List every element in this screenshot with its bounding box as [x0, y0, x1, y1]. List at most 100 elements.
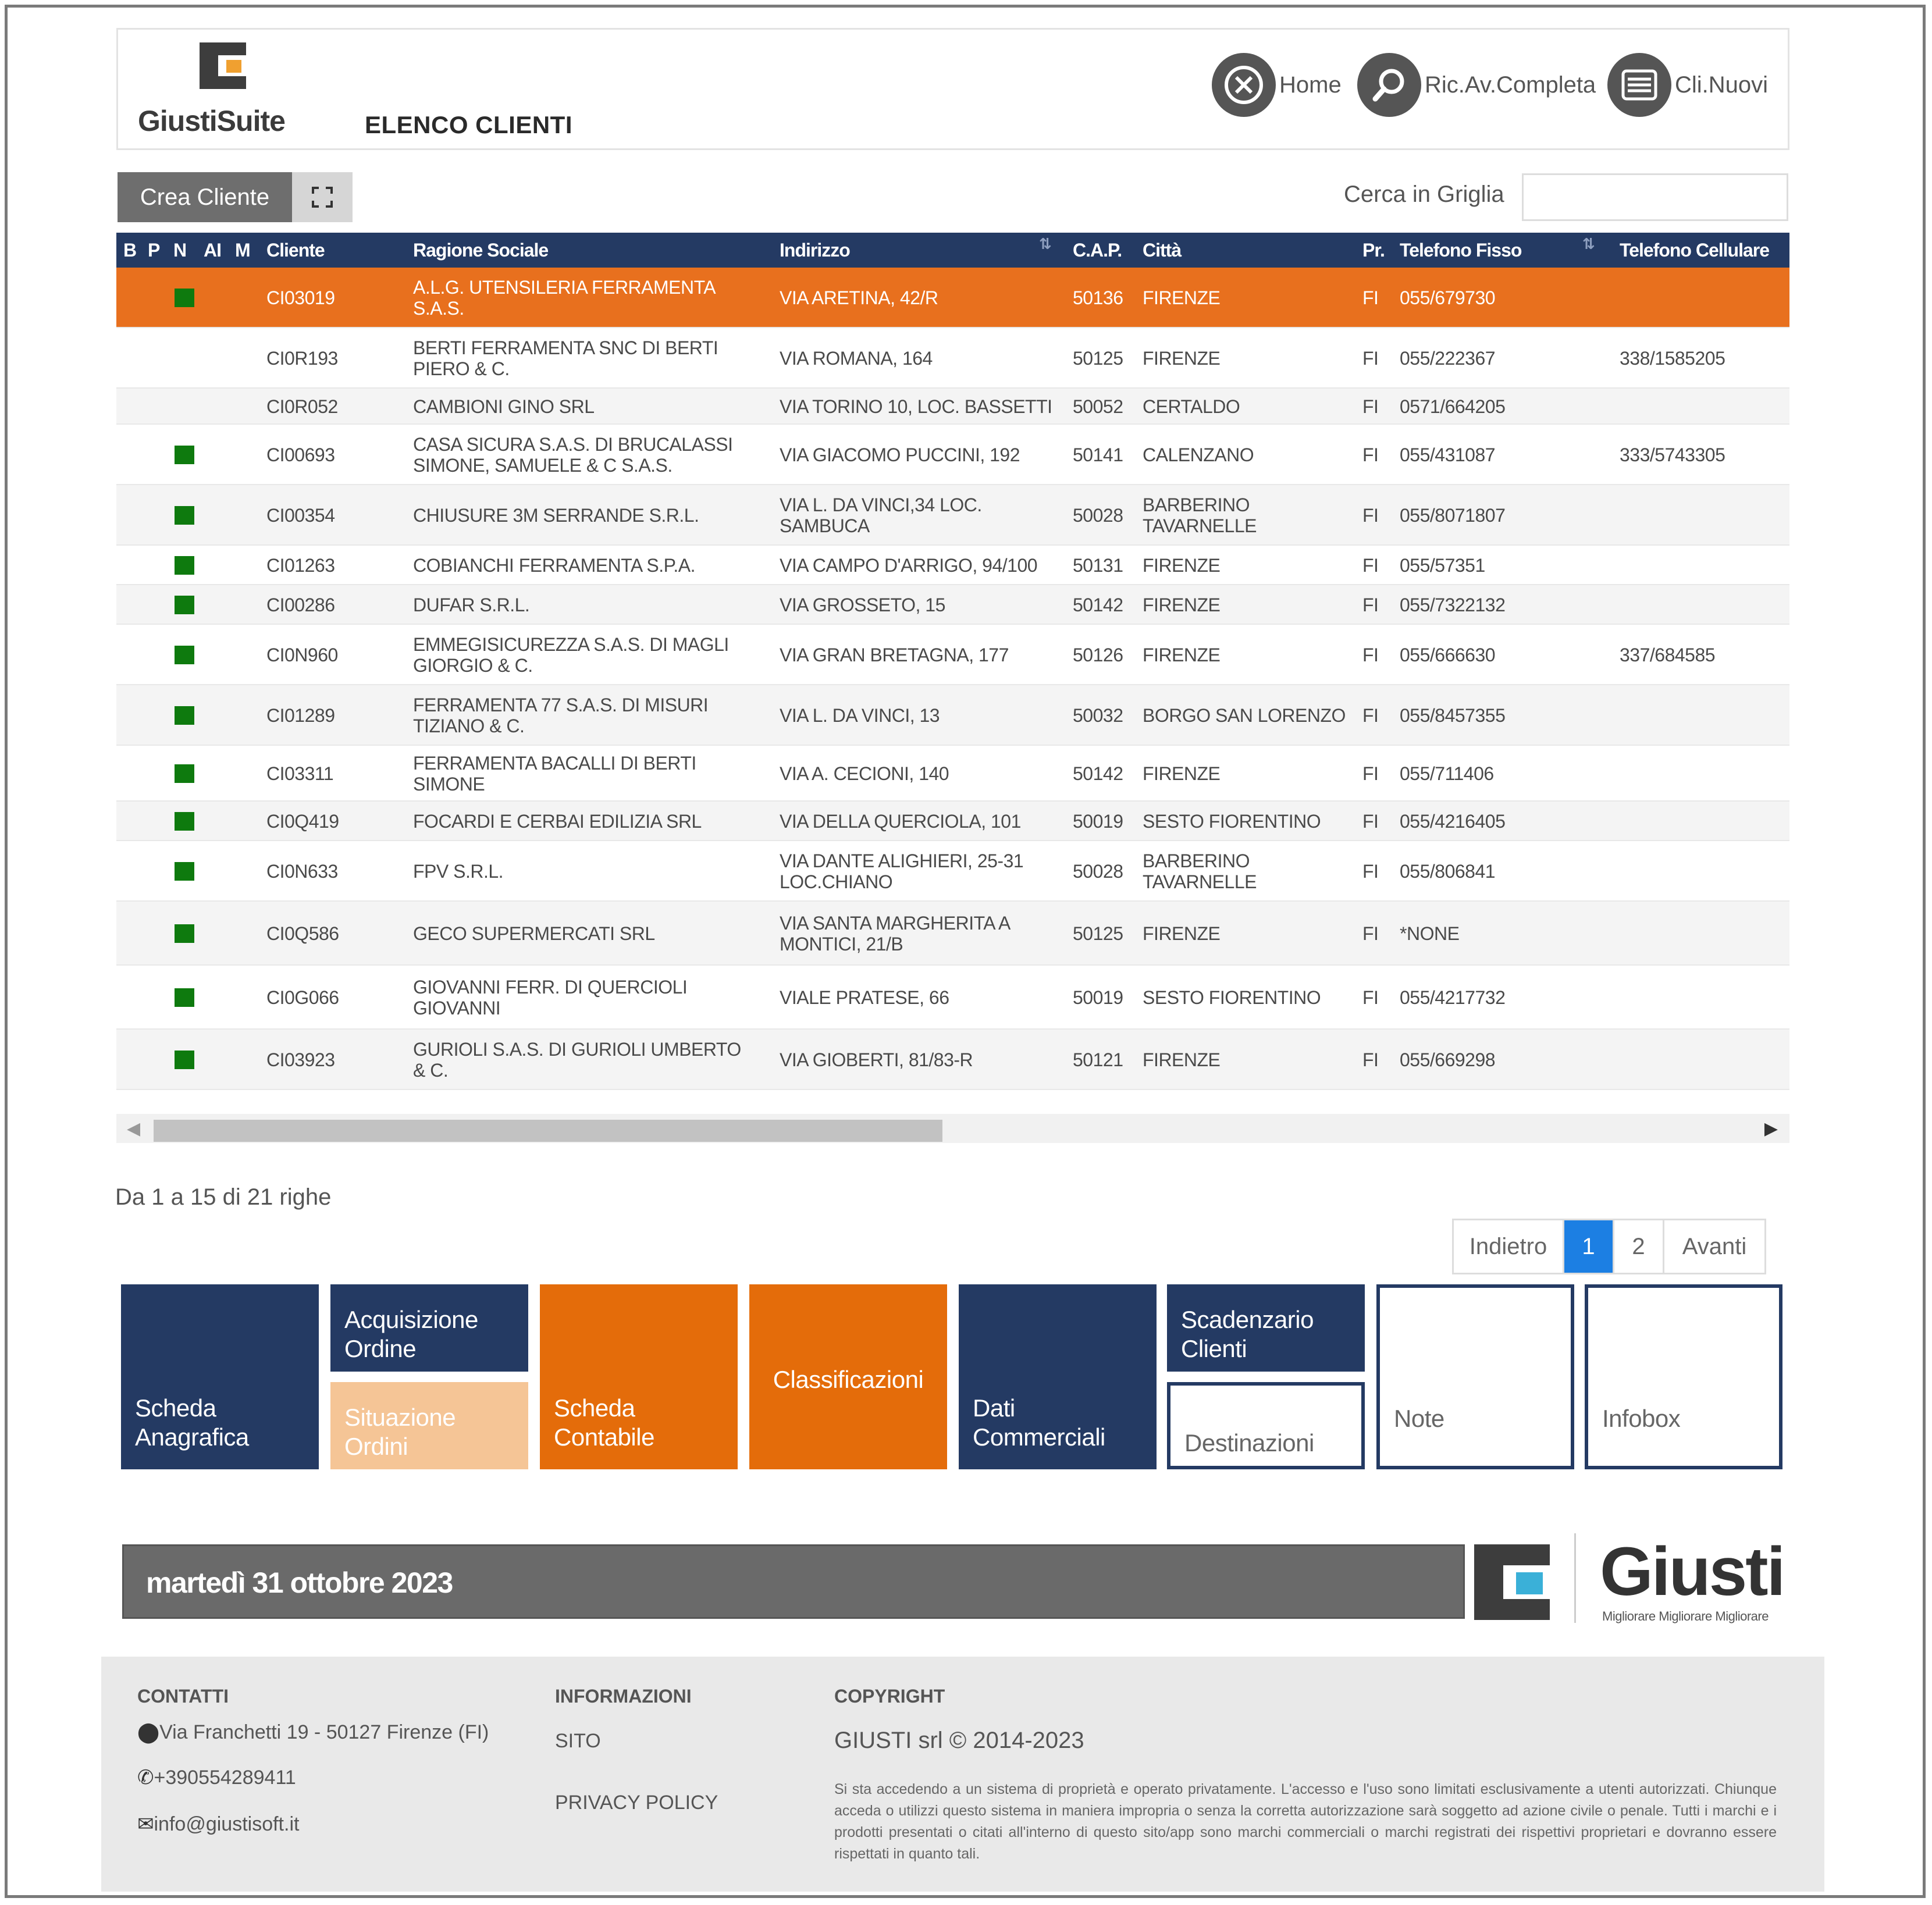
col-ragione-sociale[interactable]: Ragione Sociale: [413, 240, 549, 261]
grid-search-input[interactable]: [1522, 173, 1788, 221]
col-cap[interactable]: C.A.P.: [1073, 240, 1122, 261]
tile-infobox[interactable]: Infobox: [1585, 1284, 1782, 1469]
sort-icon[interactable]: ⇅: [1582, 235, 1595, 253]
table-row[interactable]: CI03019 A.L.G. UTENSILERIA FERRAMENTA S.A…: [116, 268, 1789, 328]
expand-icon[interactable]: [292, 172, 353, 222]
pagination-next[interactable]: Avanti: [1664, 1220, 1764, 1273]
sito-link[interactable]: SITO: [555, 1730, 601, 1753]
giustisuite-logo-icon: [200, 42, 246, 89]
table-row[interactable]: CI00354 CHIUSURE 3M SERRANDE S.R.L. VIA L.…: [116, 485, 1789, 546]
col-telefono-fisso[interactable]: Telefono Fisso: [1400, 240, 1522, 261]
cell-cap: 50032: [1073, 705, 1123, 726]
scroll-left-icon[interactable]: ◀: [127, 1119, 140, 1139]
cell-cliente: CI0Q586: [266, 923, 339, 944]
pagination: Indietro 1 2 Avanti: [1452, 1219, 1766, 1274]
table-row[interactable]: CI0Q586 GECO SUPERMERCATI SRL VIA SANTA MA…: [116, 902, 1789, 966]
cell-ragione-sociale: DUFAR S.R.L.: [413, 594, 530, 615]
tile-destinazioni[interactable]: Destinazioni: [1167, 1382, 1365, 1469]
cell-pr: FI: [1362, 763, 1379, 784]
cell-indirizzo: VIA A. CECIONI, 140: [780, 763, 949, 784]
cell-cliente: CI0N633: [266, 861, 338, 882]
grid-header: B P N AI M Cliente Ragione Sociale Indir…: [116, 233, 1789, 268]
tile-scadenzario-clienti[interactable]: Scadenzario Clienti: [1167, 1284, 1365, 1372]
table-row[interactable]: CI01263 COBIANCHI FERRAMENTA S.P.A. VIA CA…: [116, 546, 1789, 585]
tile-situazione-ordini[interactable]: Situazione Ordini: [330, 1382, 528, 1469]
status-flag-icon: [175, 556, 194, 575]
giusti-tagline: Migliorare Migliorare Migliorare: [1602, 1609, 1769, 1623]
cell-cliente: CI03311: [266, 763, 334, 784]
table-row[interactable]: CI0N633 FPV S.R.L. VIA DANTE ALIGHIERI, 25…: [116, 841, 1789, 902]
footer: CONTATTI ⬤Via Franchetti 19 - 50127 Fire…: [101, 1657, 1824, 1892]
cell-citta: FIRENZE: [1143, 594, 1221, 615]
cell-pr: FI: [1362, 555, 1379, 576]
scrollbar-thumb[interactable]: [154, 1120, 942, 1142]
cell-citta: CALENZANO: [1143, 444, 1254, 465]
table-row[interactable]: CI0N960 EMMEGISICUREZZA S.A.S. DI MAGLI G…: [116, 625, 1789, 685]
table-row[interactable]: CI03311 FERRAMENTA BACALLI DI BERTI SIMON…: [116, 746, 1789, 802]
col-telefono-cellulare[interactable]: Telefono Cellulare: [1620, 240, 1770, 261]
table-row[interactable]: CI0R193 BERTI FERRAMENTA SNC DI BERTI PIE…: [116, 328, 1789, 389]
pagination-page-2[interactable]: 2: [1614, 1220, 1664, 1273]
cell-indirizzo: VIA SANTA MARGHERITA A MONTICI, 21/B: [780, 913, 1010, 955]
phone-icon: ✆: [137, 1767, 154, 1789]
cell-ragione-sociale: COBIANCHI FERRAMENTA S.P.A.: [413, 555, 695, 576]
col-m[interactable]: M: [235, 240, 251, 261]
horizontal-scrollbar[interactable]: ◀ ▶: [116, 1114, 1789, 1143]
tile-scheda-anagrafica[interactable]: Scheda Anagrafica: [121, 1284, 319, 1469]
cell-cap: 50125: [1073, 348, 1123, 369]
nav-clienti-nuovi-button[interactable]: Cli.Nuovi: [1607, 53, 1768, 117]
col-cliente[interactable]: Cliente: [266, 240, 325, 261]
scroll-right-icon[interactable]: ▶: [1764, 1119, 1778, 1139]
col-pr[interactable]: Pr.: [1362, 240, 1385, 261]
cell-telefono-cellulare: 337/684585: [1620, 645, 1716, 665]
crea-cliente-button[interactable]: Crea Cliente: [118, 172, 292, 222]
cell-telefono-fisso: 055/8457355: [1400, 705, 1506, 726]
table-row[interactable]: CI03923 GURIOLI S.A.S. DI GURIOLI UMBERTO…: [116, 1030, 1789, 1090]
pagination-page-1[interactable]: 1: [1564, 1220, 1614, 1273]
table-row[interactable]: CI0Q419 FOCARDI E CERBAI EDILIZIA SRL VIA …: [116, 802, 1789, 841]
nav-ricerca-button[interactable]: Ric.Av.Completa: [1357, 53, 1596, 117]
privacy-policy-link[interactable]: PRIVACY POLICY: [555, 1792, 718, 1814]
copyright-title: COPYRIGHT: [834, 1686, 945, 1707]
contatti-title: CONTATTI: [137, 1686, 229, 1707]
legal-disclaimer: Si sta accedendo a un sistema di proprie…: [834, 1781, 1777, 1862]
tile-acquisizione-ordine[interactable]: Acquisizione Ordine: [330, 1284, 528, 1372]
cell-pr: FI: [1362, 444, 1379, 465]
col-citta[interactable]: Città: [1143, 240, 1182, 261]
table-row[interactable]: CI00693 CASA SICURA S.A.S. DI BRUCALASSI …: [116, 425, 1789, 485]
nav-home-button[interactable]: Home: [1212, 53, 1342, 117]
tile-dati-commerciali[interactable]: Dati Commerciali: [959, 1284, 1157, 1469]
tile-note[interactable]: Note: [1376, 1284, 1574, 1469]
cell-telefono-fisso: 0571/664205: [1400, 396, 1506, 417]
status-flag-icon: [175, 1051, 194, 1069]
col-ai[interactable]: AI: [204, 240, 222, 261]
col-n[interactable]: N: [173, 240, 187, 261]
status-flag-icon: [175, 988, 194, 1007]
cell-pr: FI: [1362, 923, 1379, 944]
cell-indirizzo: VIA GIACOMO PUCCINI, 192: [780, 444, 1020, 465]
sort-icon[interactable]: ⇅: [1039, 235, 1052, 253]
col-p[interactable]: P: [148, 240, 160, 261]
cell-indirizzo: VIA ARETINA, 42/R: [780, 287, 938, 308]
tile-classificazioni[interactable]: Classificazioni: [749, 1284, 947, 1469]
rows-info: Da 1 a 15 di 21 righe: [115, 1184, 332, 1210]
table-row[interactable]: CI0R052 CAMBIONI GINO SRL VIA TORINO 10, L…: [116, 389, 1789, 425]
cell-telefono-fisso: 055/806841: [1400, 861, 1496, 882]
table-row[interactable]: CI01289 FERRAMENTA 77 S.A.S. DI MISURI TI…: [116, 685, 1789, 746]
col-indirizzo[interactable]: Indirizzo: [780, 240, 851, 261]
cell-citta: BARBERINO TAVARNELLE: [1143, 494, 1257, 536]
col-b[interactable]: B: [123, 240, 137, 261]
table-row[interactable]: CI00286 DUFAR S.R.L. VIA GROSSETO, 15 50142…: [116, 585, 1789, 625]
cell-citta: FIRENZE: [1143, 1049, 1221, 1070]
tile-scheda-contabile[interactable]: Scheda Contabile: [540, 1284, 738, 1469]
cell-telefono-cellulare: 338/1585205: [1620, 348, 1725, 369]
current-date: martedì 31 ottobre 2023: [146, 1566, 453, 1599]
pagination-prev[interactable]: Indietro: [1454, 1220, 1564, 1273]
cell-telefono-fisso: 055/669298: [1400, 1049, 1496, 1070]
cell-ragione-sociale: GECO SUPERMERCATI SRL: [413, 923, 655, 944]
footer-email[interactable]: ✉info@giustisoft.it: [137, 1813, 299, 1836]
table-row[interactable]: CI0G066 GIOVANNI FERR. DI QUERCIOLI GIOVA…: [116, 966, 1789, 1030]
nav-ricerca-label: Ric.Av.Completa: [1425, 72, 1596, 98]
cell-telefono-fisso: 055/679730: [1400, 287, 1496, 308]
cell-cliente: CI0R193: [266, 348, 338, 369]
